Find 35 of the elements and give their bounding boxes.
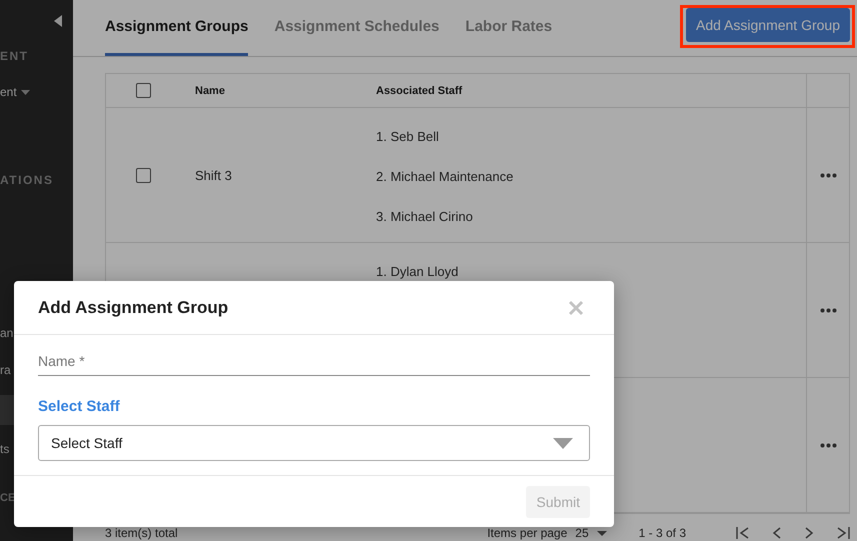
- table-cell: Shift 3: [195, 168, 232, 182]
- items-per-page-select[interactable]: 25: [575, 526, 589, 540]
- collapse-icon[interactable]: [54, 15, 62, 27]
- more-icon[interactable]: [820, 308, 836, 312]
- first-page-icon[interactable]: [736, 527, 750, 539]
- dropdown-arrow-icon: [553, 438, 573, 448]
- staff-name: 2. Michael Maintenance: [376, 169, 514, 184]
- next-page-icon[interactable]: [804, 527, 814, 539]
- column-header: Name: [194, 84, 226, 96]
- staff-select[interactable]: Select Staff: [38, 425, 590, 461]
- caret-icon: [596, 530, 607, 536]
- more-icon[interactable]: [820, 172, 836, 178]
- sidebar-dropdown[interactable]: ent: [0, 84, 30, 100]
- sidebar-section-label: ENT: [0, 48, 28, 64]
- staff-name: 3. Michael Cirino: [376, 209, 474, 224]
- previous-page-icon[interactable]: [772, 527, 782, 539]
- tab[interactable]: Assignment Groups: [105, 0, 248, 56]
- page-range: 1 - 3 of 3: [638, 526, 686, 540]
- items-per-page-label: Items per page: [487, 526, 568, 540]
- section-label: Select Staff: [38, 398, 121, 415]
- last-page-icon[interactable]: [836, 527, 850, 539]
- column-header: Associated Staff: [376, 84, 464, 96]
- checkbox[interactable]: [136, 168, 151, 182]
- more-icon[interactable]: [820, 442, 836, 448]
- caret-icon: [20, 90, 30, 94]
- tab[interactable]: Labor Rates: [465, 0, 552, 56]
- dialog-title: Add Assignment Group: [38, 298, 228, 318]
- items-total: 3 item(s) total: [105, 526, 178, 540]
- staff-name: 1. Dylan Lloyd: [376, 264, 460, 279]
- sidebar-section-label: ATIONS: [0, 172, 54, 188]
- add-assignment-group-button[interactable]: Add Assignment Group: [686, 8, 850, 42]
- tab[interactable]: Assignment Schedules: [274, 0, 440, 56]
- staff-name: 1. Seb Bell: [376, 129, 440, 144]
- sidebar-section-label: CE: [0, 491, 16, 506]
- checkbox[interactable]: [136, 83, 151, 98]
